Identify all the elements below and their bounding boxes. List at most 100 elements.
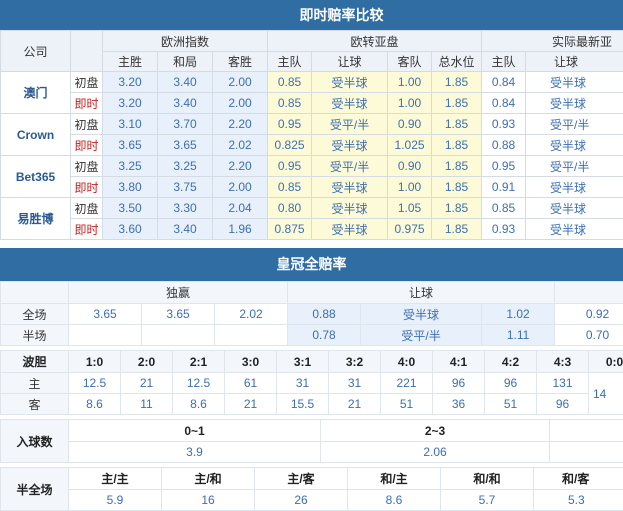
live-away-win-value: 2.00 — [213, 93, 268, 114]
score-header: 3:0 — [225, 351, 277, 373]
live-handicap-value: 受半球 — [312, 135, 388, 156]
group-moneyline: 独赢 — [69, 282, 288, 304]
odds-comparison-table: 公司 欧洲指数 欧转亚盘 实际最新亚 主胜 和局 客胜 主队 让球 客队 总水位… — [0, 30, 623, 240]
goals-range-0-1: 0~1 — [69, 420, 321, 442]
half-full-odds: 5.3 — [534, 490, 623, 511]
live-odds-label: 即时 — [71, 219, 103, 240]
score-home-odds: 96 — [433, 373, 485, 394]
live-handicap-value: 受半球 — [312, 93, 388, 114]
half-full-header: 主/主 — [69, 468, 162, 490]
score-header: 4:2 — [485, 351, 537, 373]
half-full-header: 和/和 — [441, 468, 534, 490]
init-home-team-value: 0.85 — [268, 72, 312, 93]
init-away-win-value: 2.00 — [213, 72, 268, 93]
score-home-odds: 221 — [381, 373, 433, 394]
init-draw-value: 3.30 — [158, 198, 213, 219]
initial-odds-label: 初盘 — [71, 156, 103, 177]
live-total-water-value: 1.85 — [432, 177, 482, 198]
goals-range-more — [550, 420, 623, 442]
half-full-header: 和/客 — [534, 468, 623, 490]
live-draw-value: 3.40 — [158, 93, 213, 114]
init-home-win-value: 3.10 — [103, 114, 158, 135]
half-full-header: 主/客 — [255, 468, 348, 490]
live-latest-handicap-value: 受半球 — [526, 135, 623, 156]
half-full-odds: 16 — [162, 490, 255, 511]
init-home-team-value: 0.95 — [268, 114, 312, 135]
crown-odds-table: 独赢 让球 全场 3.65 3.65 2.02 0.88 受半球 1.02 0.… — [0, 281, 623, 346]
live-total-water-value: 1.85 — [432, 219, 482, 240]
live-away-team-value: 1.00 — [388, 93, 432, 114]
col-latest-handicap: 让球 — [526, 52, 623, 72]
live-latest-home-value: 0.91 — [482, 177, 526, 198]
total-goals-label: 入球数 — [1, 420, 69, 463]
half-draw — [142, 325, 215, 346]
score-away-odds: 11 — [121, 394, 173, 415]
init-latest-home-value: 0.84 — [482, 72, 526, 93]
col-away-team: 客队 — [388, 52, 432, 72]
score-header: 4:0 — [381, 351, 433, 373]
init-latest-handicap-value: 受平/半 — [526, 156, 623, 177]
header-spacer — [71, 31, 103, 72]
col-draw: 和局 — [158, 52, 213, 72]
live-odds-label: 即时 — [71, 177, 103, 198]
odds-comparison-title-bar: 即时赔率比较 — [0, 0, 623, 30]
score-away-odds: 21 — [225, 394, 277, 415]
live-away-team-value: 1.025 — [388, 135, 432, 156]
score-header: 2:0 — [121, 351, 173, 373]
goals-value-more — [550, 442, 623, 463]
live-away-win-value: 2.00 — [213, 177, 268, 198]
live-total-water-value: 1.85 — [432, 135, 482, 156]
score-header: 0:0 — [589, 351, 623, 373]
full-draw: 3.65 — [142, 304, 215, 325]
live-home-win-value: 3.20 — [103, 93, 158, 114]
score-home-odds: 61 — [225, 373, 277, 394]
full-handicap-home: 0.88 — [288, 304, 361, 325]
group-real-latest-asian: 实际最新亚 — [482, 31, 623, 52]
init-total-water-value: 1.85 — [432, 114, 482, 135]
goals-value-2-3: 2.06 — [321, 442, 550, 463]
odds-comparison-title: 即时赔率比较 — [300, 7, 384, 23]
live-latest-handicap-value: 受半球 — [526, 219, 623, 240]
score-header: 4:1 — [433, 351, 485, 373]
live-latest-home-value: 0.84 — [482, 93, 526, 114]
col-home-win: 主胜 — [103, 52, 158, 72]
score-away-odds: 8.6 — [173, 394, 225, 415]
total-goals-table: 入球数 0~1 2~3 3.9 2.06 — [0, 419, 623, 463]
live-draw-value: 3.40 — [158, 219, 213, 240]
init-latest-home-value: 0.93 — [482, 114, 526, 135]
live-away-win-value: 2.02 — [213, 135, 268, 156]
score-draw-odds: 14 — [589, 373, 623, 415]
score-away-odds: 8.6 — [69, 394, 121, 415]
init-home-team-value: 0.95 — [268, 156, 312, 177]
col-away-win: 客胜 — [213, 52, 268, 72]
col-total-water: 总水位 — [432, 52, 482, 72]
correct-score-away-label: 客 — [1, 394, 69, 415]
company-name[interactable]: 澳门 — [1, 72, 71, 114]
score-home-odds: 96 — [485, 373, 537, 394]
half-away-win — [215, 325, 288, 346]
company-name[interactable]: Crown — [1, 114, 71, 156]
initial-odds-label: 初盘 — [71, 72, 103, 93]
live-home-win-value: 3.60 — [103, 219, 158, 240]
score-away-odds: 36 — [433, 394, 485, 415]
live-home-win-value: 3.65 — [103, 135, 158, 156]
half-full-odds: 5.9 — [69, 490, 162, 511]
score-away-odds: 21 — [329, 394, 381, 415]
init-latest-home-value: 0.85 — [482, 198, 526, 219]
company-name[interactable]: 易胜博 — [1, 198, 71, 240]
row-full-time-label: 全场 — [1, 304, 69, 325]
init-draw-value: 3.70 — [158, 114, 213, 135]
half-full-odds: 5.7 — [441, 490, 534, 511]
company-name[interactable]: Bet365 — [1, 156, 71, 198]
live-away-team-value: 1.00 — [388, 177, 432, 198]
half-full-label: 半全场 — [1, 468, 69, 511]
init-away-team-value: 1.00 — [388, 72, 432, 93]
init-handicap-value: 受平/半 — [312, 114, 388, 135]
init-latest-handicap-value: 受平/半 — [526, 114, 623, 135]
group-euro-to-asian: 欧转亚盘 — [268, 31, 482, 52]
live-handicap-value: 受半球 — [312, 219, 388, 240]
init-away-win-value: 2.20 — [213, 114, 268, 135]
score-home-odds: 31 — [277, 373, 329, 394]
crown-full-odds-title: 皇冠全赔率 — [277, 256, 347, 272]
live-handicap-value: 受半球 — [312, 177, 388, 198]
